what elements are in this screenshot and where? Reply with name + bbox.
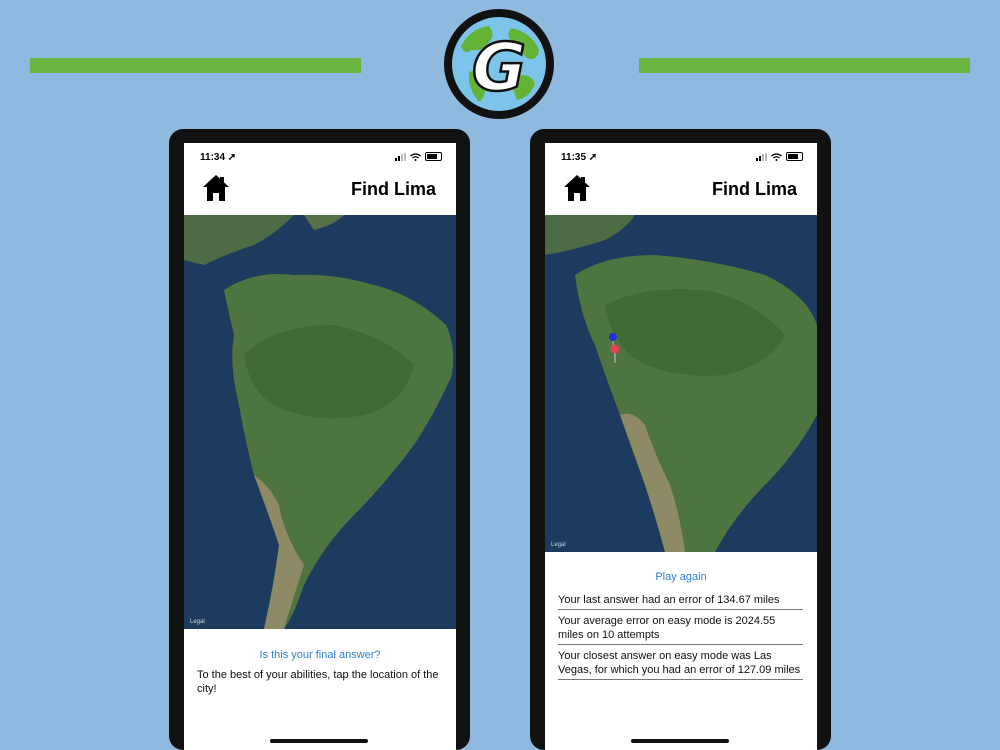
status-time: 11:35 ➚ [561,152,598,163]
signal-icon [395,152,406,161]
play-again-link[interactable]: Play again [545,571,817,583]
decorative-bar-right [639,58,970,73]
page-title: Find Lima [712,179,797,199]
nav-bar: Find Lima [545,169,817,215]
phone-frame-2: 11:35 ➚ Find Lima Legal Play again Your … [530,129,831,750]
battery-icon [786,152,803,161]
home-indicator[interactable] [270,739,368,743]
phone-screen-1: 11:34 ➚ Find Lima Legal Is this your fin… [184,143,456,750]
phone-screen-2: 11:35 ➚ Find Lima Legal Play again Your … [545,143,817,750]
page-title: Find Lima [351,179,436,199]
last-error-stat: Your last answer had an error of 134.67 … [558,593,803,610]
wifi-icon [771,152,782,161]
wifi-icon [410,152,421,161]
battery-icon [425,152,442,161]
map-legal-link[interactable]: Legal [551,542,566,548]
closest-answer-stat: Your closest answer on easy mode was Las… [558,649,803,680]
final-answer-link[interactable]: Is this your final answer? [184,649,456,661]
map-legal-link[interactable]: Legal [190,619,205,625]
status-bar: 11:34 ➚ [184,143,456,169]
phone-frame-1: 11:34 ➚ Find Lima Legal Is this your fin… [169,129,470,750]
instruction-text: To the best of your abilities, tap the l… [197,669,439,695]
home-icon[interactable] [562,173,592,203]
average-error-stat: Your average error on easy mode is 2024.… [558,614,803,645]
satellite-map[interactable]: Legal [545,215,817,552]
logo-letter: G [472,29,526,106]
satellite-map[interactable]: Legal [184,215,456,629]
globe-logo-icon: G [441,6,557,122]
status-bar: 11:35 ➚ [545,143,817,169]
status-time: 11:34 ➚ [200,152,237,163]
decorative-bar-left [30,58,361,73]
home-icon[interactable] [201,173,231,203]
nav-bar: Find Lima [184,169,456,215]
signal-icon [756,152,767,161]
home-indicator[interactable] [631,739,729,743]
